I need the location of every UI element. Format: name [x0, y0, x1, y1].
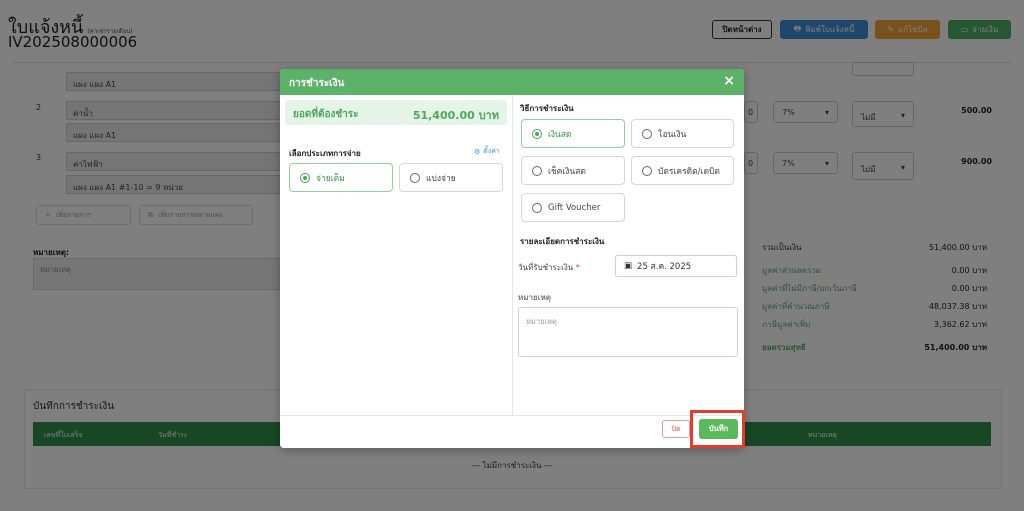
method-label: Gift Voucher — [548, 202, 601, 213]
payment-method-title: วิธีการชำระเงิน — [520, 104, 574, 113]
pay-type-installment-radio[interactable]: แบ่งจ่าย — [399, 163, 503, 192]
payment-remark-label: หมายเหตุ — [518, 293, 551, 302]
cancel-button[interactable]: ปิด — [662, 420, 690, 438]
method-transfer-radio[interactable]: โอนเงิน — [631, 119, 734, 148]
payment-date-label: วันที่รับชำระเงิน * — [518, 261, 580, 274]
radio-icon — [532, 202, 542, 213]
settings-link[interactable]: ⚙ ตั้งค่า — [474, 146, 500, 157]
method-label: โอนเงิน — [658, 129, 687, 140]
radio-icon — [300, 172, 310, 183]
radio-icon — [532, 128, 542, 139]
method-label: บัตรเครดิต/เดบิต — [658, 166, 720, 177]
method-label: เช็คเงินสด — [548, 166, 586, 177]
radio-icon — [642, 165, 652, 176]
method-card-radio[interactable]: บัตรเครดิต/เดบิต — [631, 156, 734, 185]
modal-left-panel — [280, 95, 513, 415]
radio-icon — [642, 128, 652, 139]
pay-type-title: เลือกประเภทการจ่าย — [289, 149, 361, 158]
payment-date-field[interactable]: ▣ 25 ส.ค. 2025 — [615, 255, 737, 277]
modal-header: การชำระเงิน × — [280, 69, 744, 95]
method-cheque-radio[interactable]: เช็คเงินสด — [521, 156, 625, 185]
radio-icon — [532, 165, 542, 176]
payment-date-value: 25 ส.ค. 2025 — [637, 262, 692, 272]
method-cash-radio[interactable]: เงินสด — [521, 119, 625, 148]
gear-icon: ⚙ — [474, 147, 481, 156]
radio-icon — [410, 172, 420, 183]
modal-title: การชำระเงิน — [289, 78, 345, 89]
payment-details-title: รายละเอียดการชำระเงิน — [520, 237, 605, 246]
pay-type-full-radio[interactable]: จ่ายเต็ม — [289, 163, 393, 192]
method-label: เงินสด — [548, 129, 572, 140]
payment-remark-textarea[interactable]: หมายเหตุ — [518, 307, 738, 357]
amount-due-label: ยอดที่ต้องชำระ — [293, 109, 359, 120]
calendar-icon: ▣ — [624, 261, 633, 271]
highlight-box — [690, 410, 745, 448]
payment-date-label-text: วันที่รับชำระเงิน — [518, 263, 574, 272]
pay-type-label: แบ่งจ่าย — [426, 173, 456, 184]
amount-due-value: 51,400.00 บาท — [412, 109, 499, 122]
required-mark: * — [575, 263, 580, 272]
amount-due-box: ยอดที่ต้องชำระ 51,400.00 บาท — [285, 100, 507, 125]
method-gift-voucher-radio[interactable]: Gift Voucher — [521, 193, 625, 222]
settings-label: ตั้งค่า — [483, 147, 500, 155]
close-icon[interactable]: × — [723, 73, 735, 89]
pay-type-label: จ่ายเต็ม — [316, 173, 345, 184]
